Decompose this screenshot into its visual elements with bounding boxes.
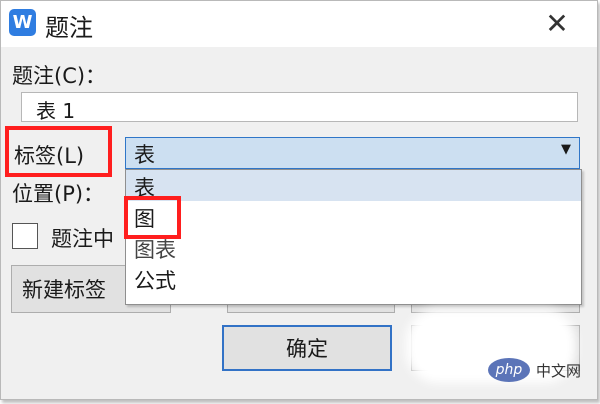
label-option-chart[interactable]: 图表 (126, 232, 581, 263)
label-option-table[interactable]: 表 (126, 170, 581, 201)
position-label: 位置(P)： (12, 182, 105, 206)
ok-button-text: 确定 (286, 337, 328, 361)
label-select-value: 表 (134, 143, 155, 167)
watermark-text: 中文网 (536, 361, 582, 380)
watermark: php 中文网 (488, 358, 581, 382)
label-select[interactable]: 表 ▼ (125, 137, 580, 169)
dropdown-arrow-icon[interactable]: ▼ (561, 142, 571, 157)
title-bar: W 题注 ✕ (1, 1, 597, 47)
new-label-button-text: 新建标签 (22, 278, 106, 302)
close-icon[interactable]: ✕ (537, 5, 577, 41)
caption-dialog: W 题注 ✕ 题注(C)： 表 1 标签(L) 表 ▼ 位置(P)： 题注中 新… (0, 0, 598, 400)
label-field-label: 标签(L) (14, 144, 85, 168)
label-option-formula[interactable]: 公式 (126, 263, 581, 294)
label-dropdown-list: 表 图 图表 公式 (125, 169, 582, 305)
exclude-label-checkbox[interactable] (12, 223, 38, 249)
dialog-title: 题注 (45, 14, 93, 42)
php-logo: php (488, 358, 530, 382)
caption-input[interactable]: 表 1 (21, 92, 578, 123)
caption-label: 题注(C)： (12, 64, 107, 88)
exclude-label-text: 题注中 (51, 227, 114, 251)
ok-button[interactable]: 确定 (222, 325, 392, 371)
wps-writer-icon: W (9, 9, 36, 36)
label-option-figure[interactable]: 图 (126, 201, 581, 232)
